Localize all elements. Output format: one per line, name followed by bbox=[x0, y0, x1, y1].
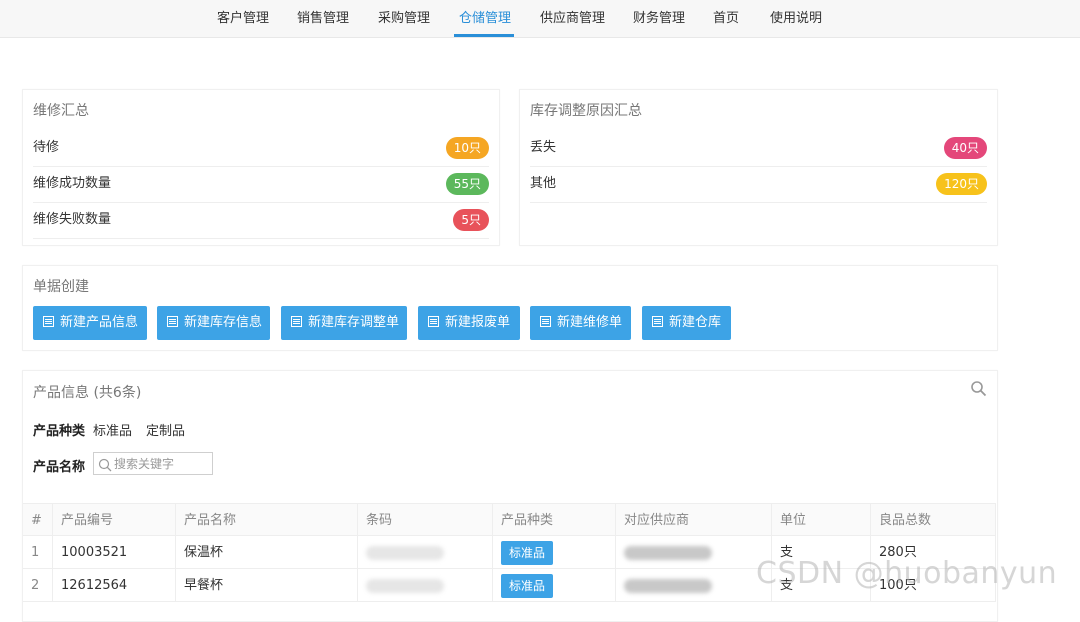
repair-row-label: 待修 bbox=[33, 140, 60, 155]
nav-help[interactable]: 使用说明 bbox=[770, 0, 822, 37]
product-type-tag: 标准品 bbox=[501, 573, 554, 598]
repair-count-badge: 5只 bbox=[453, 209, 489, 231]
column-header: 条码 bbox=[358, 504, 493, 537]
button-label: 新建仓库 bbox=[669, 315, 722, 330]
repair-row-label: 维修失败数量 bbox=[33, 212, 112, 227]
repair-row: 待修 10只 bbox=[33, 130, 489, 167]
product-code: 10003521 bbox=[53, 536, 176, 569]
nav-active-underline bbox=[454, 34, 514, 37]
supplier-redacted bbox=[616, 569, 772, 602]
search-icon bbox=[98, 457, 112, 476]
filter-type-label: 产品种类 bbox=[33, 424, 86, 439]
document-icon bbox=[652, 316, 663, 327]
supplier-redacted bbox=[616, 536, 772, 569]
product-type-cell: 标准品 bbox=[493, 536, 616, 569]
product-name: 早餐杯 bbox=[176, 569, 358, 602]
repair-count-badge: 55只 bbox=[445, 173, 489, 195]
search-input[interactable] bbox=[114, 455, 208, 472]
document-icon bbox=[43, 316, 54, 327]
column-header: 单位 bbox=[772, 504, 871, 537]
product-type-cell: 标准品 bbox=[493, 569, 616, 602]
adjust-count-badge: 120只 bbox=[936, 173, 987, 195]
product-type-tag: 标准品 bbox=[501, 540, 554, 565]
repair-summary-panel: 维修汇总 待修 10只 维修成功数量 55只 维修失败数量 5只 bbox=[22, 89, 500, 246]
new-inventory-button[interactable]: 新建库存信息 bbox=[157, 306, 270, 340]
nav-warehouse[interactable]: 仓储管理 bbox=[459, 0, 511, 37]
top-nav: 客户管理 销售管理 采购管理 仓储管理 供应商管理 财务管理 首页 使用说明 bbox=[0, 0, 1080, 38]
adjust-row: 其他 120只 bbox=[530, 166, 987, 203]
button-label: 新建产品信息 bbox=[60, 315, 139, 330]
document-icon bbox=[428, 316, 439, 327]
filter-option-standard[interactable]: 标准品 bbox=[93, 420, 132, 439]
barcode-redacted bbox=[358, 569, 493, 602]
repair-count-badge: 10只 bbox=[445, 137, 489, 159]
product-code: 12612564 bbox=[53, 569, 176, 602]
product-search-field[interactable] bbox=[93, 452, 213, 475]
adjust-count-badge: 40只 bbox=[943, 137, 987, 159]
column-header: # bbox=[23, 504, 53, 537]
nav-customer[interactable]: 客户管理 bbox=[217, 0, 269, 37]
column-header: 产品种类 bbox=[493, 504, 616, 537]
row-index: 2 bbox=[23, 569, 53, 602]
column-header: 产品名称 bbox=[176, 504, 358, 537]
repair-summary-title: 维修汇总 bbox=[33, 103, 89, 119]
column-header: 产品编号 bbox=[53, 504, 176, 537]
row-index: 1 bbox=[23, 536, 53, 569]
new-warehouse-button[interactable]: 新建仓库 bbox=[642, 306, 731, 340]
button-label: 新建库存信息 bbox=[184, 315, 263, 330]
create-title: 单据创建 bbox=[33, 279, 89, 295]
product-name: 保温杯 bbox=[176, 536, 358, 569]
new-adjustment-button[interactable]: 新建库存调整单 bbox=[281, 306, 407, 340]
nav-finance[interactable]: 财务管理 bbox=[633, 0, 685, 37]
adjust-row-label: 丢失 bbox=[530, 140, 557, 155]
button-label: 新建报废单 bbox=[445, 315, 511, 330]
new-repair-button[interactable]: 新建维修单 bbox=[530, 306, 631, 340]
button-label: 新建库存调整单 bbox=[308, 315, 400, 330]
nav-sales[interactable]: 销售管理 bbox=[297, 0, 349, 37]
filter-option-custom[interactable]: 定制品 bbox=[146, 420, 185, 439]
column-header: 良品总数 bbox=[871, 504, 996, 537]
product-panel-title: 产品信息 (共6条) bbox=[33, 385, 142, 401]
adjust-summary-title: 库存调整原因汇总 bbox=[530, 103, 642, 119]
new-scrap-button[interactable]: 新建报废单 bbox=[418, 306, 520, 340]
repair-row: 维修成功数量 55只 bbox=[33, 166, 489, 203]
adjust-summary-panel: 库存调整原因汇总 丢失 40只 其他 120只 bbox=[519, 89, 998, 246]
barcode-redacted bbox=[358, 536, 493, 569]
nav-supplier[interactable]: 供应商管理 bbox=[540, 0, 605, 37]
table-header: # 产品编号 产品名称 条码 产品种类 对应供应商 单位 良品总数 bbox=[23, 503, 996, 537]
filter-name-label: 产品名称 bbox=[33, 460, 86, 475]
repair-row-label: 维修成功数量 bbox=[33, 176, 112, 191]
button-label: 新建维修单 bbox=[557, 315, 623, 330]
search-icon[interactable] bbox=[970, 380, 988, 398]
document-icon bbox=[291, 316, 302, 327]
repair-row: 维修失败数量 5只 bbox=[33, 202, 489, 239]
nav-home[interactable]: 首页 bbox=[713, 0, 739, 37]
document-icon bbox=[167, 316, 178, 327]
column-header: 对应供应商 bbox=[616, 504, 772, 537]
adjust-row-label: 其他 bbox=[530, 176, 557, 191]
new-product-button[interactable]: 新建产品信息 bbox=[33, 306, 147, 340]
adjust-row: 丢失 40只 bbox=[530, 130, 987, 167]
watermark: CSDN @huobanyun bbox=[756, 556, 1058, 591]
nav-purchase[interactable]: 采购管理 bbox=[378, 0, 430, 37]
document-icon bbox=[540, 316, 551, 327]
